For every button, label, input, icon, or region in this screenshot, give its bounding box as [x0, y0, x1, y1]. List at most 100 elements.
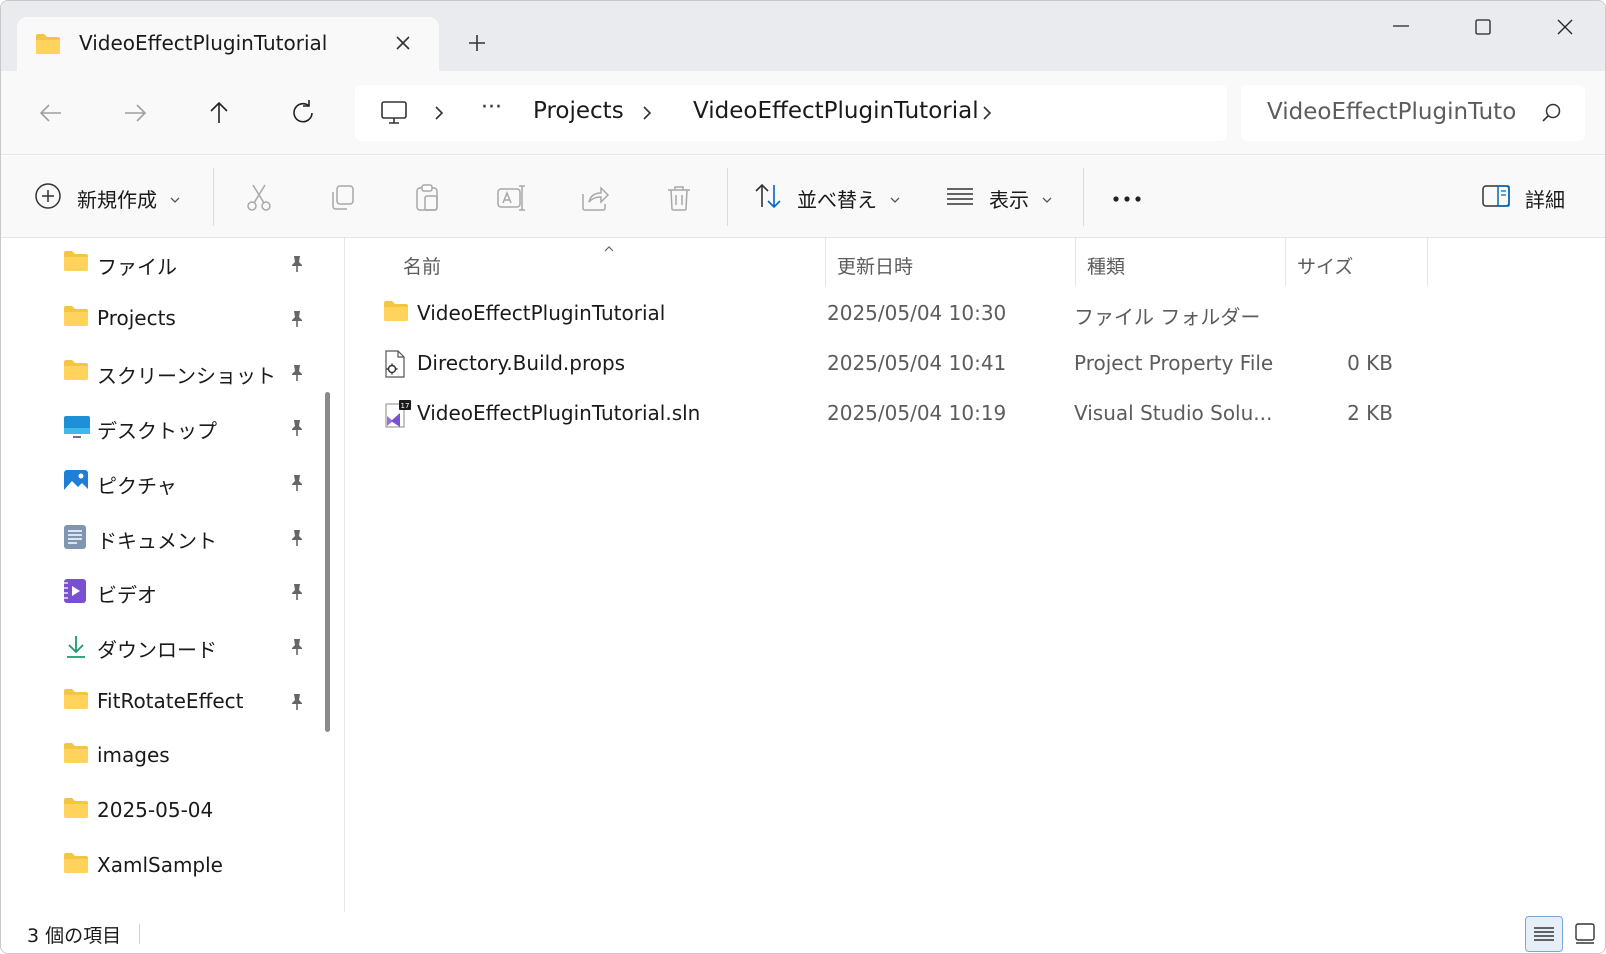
pin-icon[interactable] — [287, 582, 307, 606]
more-options-button[interactable] — [1111, 180, 1143, 216]
sidebar-item[interactable]: ファイル — [1, 238, 319, 290]
toolbar-divider — [727, 168, 728, 226]
desktop-icon — [63, 414, 91, 442]
back-arrow-icon[interactable] — [31, 93, 71, 133]
pin-icon[interactable] — [287, 418, 307, 442]
sidebar-item[interactable]: ダウンロード — [1, 621, 319, 673]
column-divider[interactable] — [1427, 238, 1428, 286]
paste-icon[interactable] — [411, 182, 443, 214]
search-input[interactable]: VideoEffectPluginTuto — [1241, 85, 1585, 141]
close-icon[interactable] — [389, 29, 417, 57]
folder-icon — [63, 305, 91, 333]
folder-icon — [63, 250, 91, 278]
search-icon[interactable] — [1541, 102, 1563, 128]
props-file-icon — [383, 350, 411, 378]
details-pane-button[interactable]: 詳細 — [1481, 180, 1565, 216]
chevron-right-icon[interactable] — [979, 103, 995, 123]
column-header-type[interactable]: 種類 — [1087, 252, 1125, 279]
pin-icon[interactable] — [287, 692, 307, 716]
sidebar-item-label: スクリーンショット — [97, 364, 276, 389]
new-button[interactable]: 新規作成 — [33, 180, 181, 216]
sidebar-item[interactable]: スクリーンショット — [1, 347, 319, 399]
details-pane-label: 詳細 — [1525, 187, 1565, 212]
title-bar: VideoEffectPluginTutorial — [1, 1, 1605, 73]
sidebar-item-label: XamlSample — [97, 852, 223, 877]
column-divider[interactable] — [1075, 238, 1076, 286]
table-row[interactable]: VideoEffectPluginTutorial 2025/05/04 10:3… — [347, 290, 1397, 338]
file-name: Directory.Build.props — [417, 351, 626, 375]
sidebar-item[interactable]: ピクチャ — [1, 457, 319, 509]
pin-icon[interactable] — [287, 473, 307, 497]
pin-icon[interactable] — [287, 254, 307, 278]
documents-icon — [63, 524, 91, 552]
sidebar-item-label: images — [97, 743, 170, 768]
up-arrow-icon[interactable] — [199, 93, 239, 133]
sort-ascending-icon — [603, 238, 615, 257]
sidebar-item-label: デスクトップ — [97, 419, 217, 444]
new-tab-button[interactable] — [463, 29, 491, 57]
download-icon — [63, 633, 91, 661]
file-name: VideoEffectPluginTutorial.sln — [417, 401, 701, 425]
videos-icon — [63, 578, 91, 606]
column-header-name[interactable]: 名前 — [403, 252, 441, 279]
details-pane-icon — [1481, 181, 1511, 215]
pin-icon[interactable] — [287, 363, 307, 387]
breadcrumb-current-folder[interactable]: VideoEffectPluginTutorial — [693, 98, 979, 124]
pin-icon[interactable] — [287, 309, 307, 333]
address-bar[interactable]: ··· Projects VideoEffectPluginTutorial — [355, 85, 1227, 141]
search-placeholder: VideoEffectPluginTuto — [1267, 99, 1517, 125]
toolbar-divider — [213, 168, 214, 226]
tab-active[interactable]: VideoEffectPluginTutorial — [17, 17, 439, 73]
window-close-button[interactable] — [1535, 9, 1595, 49]
column-divider[interactable] — [1285, 238, 1286, 286]
rename-icon[interactable] — [495, 182, 527, 214]
file-size: 0 KB — [1347, 351, 1393, 375]
large-icons-view-button[interactable] — [1567, 916, 1605, 952]
sidebar-scrollbar[interactable] — [325, 392, 330, 732]
navigation-pane: ファイル Projects スクリーンショット デスクトップ ピクチャドキュメント ビデオ… — [1, 238, 345, 912]
sidebar-item[interactable]: デスクトップ — [1, 402, 319, 454]
forward-arrow-icon[interactable] — [115, 93, 155, 133]
toolbar-divider — [1083, 168, 1084, 226]
file-explorer-window: VideoEffectPluginTutorial ··· Projects V… — [0, 0, 1606, 954]
view-button[interactable]: 表示 — [945, 180, 1053, 216]
sidebar-item[interactable]: ビデオ — [1, 566, 319, 618]
more-dots-icon — [1111, 189, 1143, 208]
sidebar-item[interactable]: 2025-05-04 — [1, 785, 319, 837]
file-type: Visual Studio Solu... — [1074, 401, 1273, 425]
breadcrumb-projects[interactable]: Projects — [533, 98, 624, 124]
column-divider[interactable] — [825, 238, 826, 286]
file-type: ファイル フォルダー — [1074, 305, 1261, 329]
new-button-label: 新規作成 — [77, 187, 157, 212]
tab-title: VideoEffectPluginTutorial — [79, 31, 328, 55]
sidebar-item[interactable]: Projects — [1, 293, 319, 345]
chevron-right-icon[interactable] — [431, 103, 447, 123]
column-header-size[interactable]: サイズ — [1297, 252, 1353, 279]
sidebar-item[interactable]: ドキュメント — [1, 512, 319, 564]
minimize-button[interactable] — [1371, 9, 1431, 49]
share-icon[interactable] — [579, 182, 611, 214]
sidebar-item[interactable]: images — [1, 730, 319, 782]
maximize-button[interactable] — [1453, 9, 1513, 49]
sidebar-item[interactable]: FitRotateEffect — [1, 676, 319, 728]
table-row[interactable]: 17 VideoEffectPluginTutorial.sln 2025/05/0… — [347, 390, 1397, 438]
copy-icon[interactable] — [327, 182, 359, 214]
computer-icon[interactable] — [379, 98, 409, 132]
delete-icon[interactable] — [663, 182, 695, 214]
sidebar-item[interactable]: XamlSample — [1, 840, 319, 892]
pin-icon[interactable] — [287, 637, 307, 661]
table-row[interactable]: Directory.Build.props 2025/05/04 10:41 Pro… — [347, 340, 1397, 388]
details-view-button[interactable] — [1525, 916, 1563, 952]
column-header-date[interactable]: 更新日時 — [837, 252, 913, 279]
pin-icon[interactable] — [287, 528, 307, 552]
chevron-right-icon[interactable] — [639, 103, 655, 123]
svg-text:17: 17 — [401, 402, 410, 410]
folder-icon — [383, 300, 411, 328]
cut-icon[interactable] — [243, 182, 275, 214]
status-bar: 3 個の項目 — [1, 912, 1605, 953]
list-view-icon — [945, 181, 975, 215]
sidebar-item-label: ピクチャ — [97, 473, 177, 498]
breadcrumb-overflow[interactable]: ··· — [481, 95, 502, 120]
sort-button[interactable]: 並べ替え — [753, 180, 901, 216]
refresh-icon[interactable] — [283, 93, 323, 133]
